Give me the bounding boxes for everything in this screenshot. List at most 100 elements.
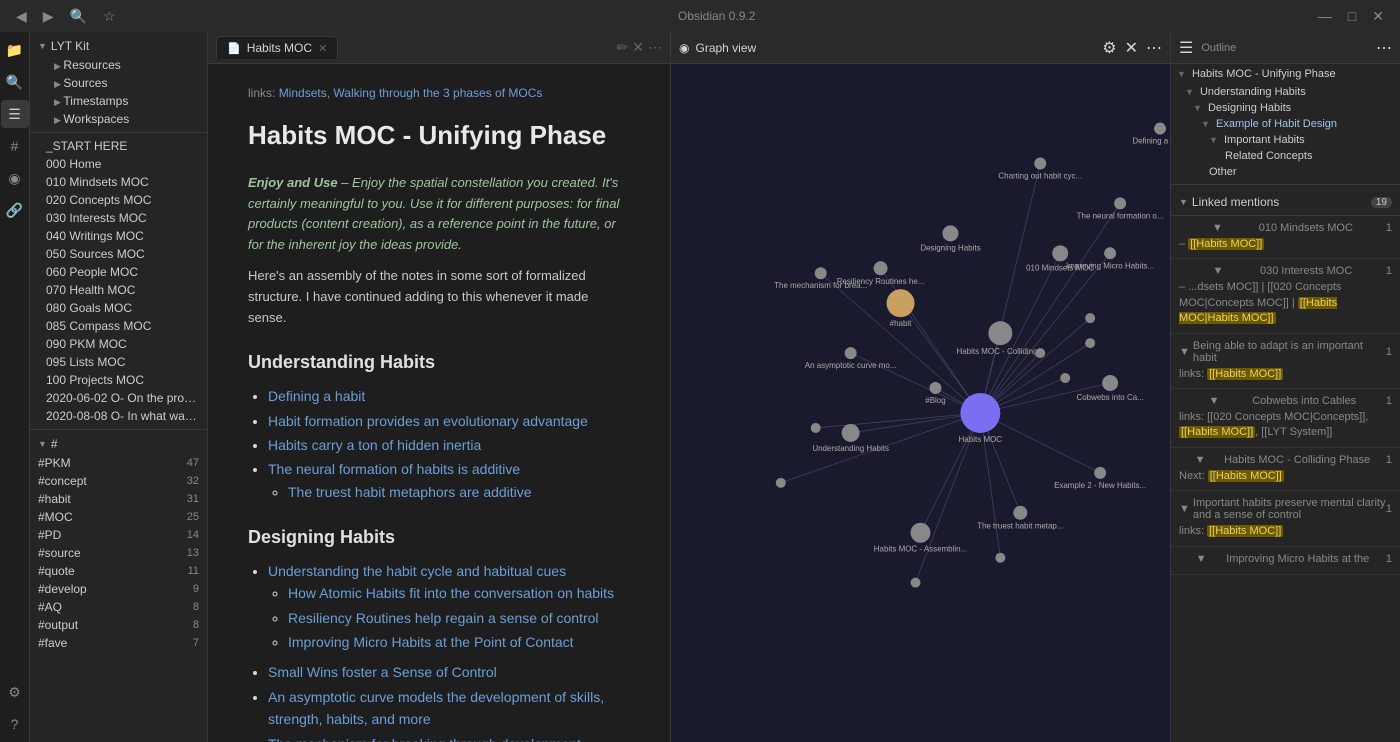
graph-node[interactable] bbox=[1060, 373, 1070, 383]
tag-item[interactable]: #develop9 bbox=[30, 580, 207, 598]
graph-canvas[interactable]: Habits MOC#habitUnderstanding Habits010 … bbox=[671, 64, 1170, 742]
search-button[interactable]: 🔍 bbox=[66, 6, 91, 27]
mention-adapt-link[interactable]: [[Habits MOC]] bbox=[1207, 368, 1283, 380]
graph-node[interactable]: #Blog bbox=[925, 382, 945, 405]
mention-cobwebs-link[interactable]: [[Habits MOC]] bbox=[1179, 426, 1255, 438]
sidebar-item[interactable]: 040 Writings MOC bbox=[30, 227, 207, 245]
tag-item[interactable]: #output8 bbox=[30, 616, 207, 634]
sidebar-item[interactable]: 010 Mindsets MOC bbox=[30, 173, 207, 191]
mention-adapt-header[interactable]: ▼ Being able to adapt is an important ha… bbox=[1179, 340, 1392, 364]
mention-030-link[interactable]: [[Habits MOC|Habits MOC]] bbox=[1179, 297, 1337, 324]
graph-node[interactable] bbox=[995, 553, 1005, 563]
mention-cobwebs-header[interactable]: ▼ Cobwebs into Cables 1 bbox=[1179, 395, 1392, 407]
sidebar-item[interactable]: 090 PKM MOC bbox=[30, 335, 207, 353]
sidebar-item-workspaces[interactable]: ▶ Workspaces bbox=[30, 110, 207, 128]
graph-node[interactable]: Habits MOC - Assemblin... bbox=[874, 523, 967, 554]
tree-root[interactable]: ▼ Habits MOC - Unifying Phase bbox=[1171, 64, 1400, 84]
graph-node[interactable]: Habits MOC - Colliding... bbox=[956, 321, 1044, 356]
sidebar-item[interactable]: 000 Home bbox=[30, 155, 207, 173]
graph-node[interactable] bbox=[1085, 338, 1095, 348]
link-neural-formation[interactable]: The neural formation of habits is additi… bbox=[268, 461, 520, 477]
link-defining-habit[interactable]: Defining a habit bbox=[268, 388, 365, 404]
link-mechanism[interactable]: The mechanism for breaking through devel… bbox=[268, 736, 581, 742]
sidebar-item-timestamps[interactable]: ▶ Timestamps bbox=[30, 92, 207, 110]
link-small-wins[interactable]: Small Wins foster a Sense of Control bbox=[268, 664, 497, 680]
settings-icon[interactable]: ⚙ bbox=[1, 678, 29, 706]
graph-node[interactable]: The neural formation o... bbox=[1077, 197, 1164, 220]
sidebar-item[interactable]: 030 Interests MOC bbox=[30, 209, 207, 227]
mention-important-link[interactable]: [[Habits MOC]] bbox=[1207, 525, 1283, 537]
mention-010-header[interactable]: ▼ 010 Mindsets MOC 1 bbox=[1179, 222, 1392, 234]
link-habits-inertia[interactable]: Habits carry a ton of hidden inertia bbox=[268, 437, 481, 453]
tree-other[interactable]: Other bbox=[1171, 164, 1400, 180]
lyt-kit-header[interactable]: ▼ LYT Kit bbox=[30, 36, 207, 56]
graph-node[interactable]: Habits MOC bbox=[959, 393, 1003, 444]
tab-close-icon[interactable]: ✕ bbox=[632, 39, 644, 56]
mention-colliding-header[interactable]: ▼ Habits MOC - Colliding Phase 1 bbox=[1179, 454, 1392, 466]
tag-item[interactable]: #PKM47 bbox=[30, 454, 207, 472]
search-icon[interactable]: 🔍 bbox=[1, 68, 29, 96]
sidebar-item[interactable]: 095 Lists MOC bbox=[30, 353, 207, 371]
tag-item[interactable]: #AQ8 bbox=[30, 598, 207, 616]
sidebar-item[interactable]: 080 Goals MOC bbox=[30, 299, 207, 317]
sidebar-item[interactable]: 100 Projects MOC bbox=[30, 371, 207, 389]
mention-030-header[interactable]: ▼ 030 Interests MOC 1 bbox=[1179, 265, 1392, 277]
graph-node[interactable]: The truest habit metap... bbox=[977, 506, 1063, 531]
minimize-button[interactable]: — bbox=[1314, 6, 1336, 26]
links-icon[interactable]: 🔗 bbox=[1, 196, 29, 224]
link-atomic-habits[interactable]: How Atomic Habits fit into the conversat… bbox=[288, 585, 614, 601]
tree-important[interactable]: ▼ Important Habits bbox=[1171, 132, 1400, 148]
tag-item[interactable]: #concept32 bbox=[30, 472, 207, 490]
breadcrumb-mindsets[interactable]: Mindsets bbox=[279, 86, 327, 100]
back-button[interactable]: ◀ bbox=[12, 6, 31, 27]
edit-icon[interactable]: ✏ bbox=[617, 39, 629, 56]
files-icon[interactable]: 📁 bbox=[1, 36, 29, 64]
tag-item[interactable]: #source13 bbox=[30, 544, 207, 562]
mention-010-link[interactable]: [[Habits MOC]] bbox=[1188, 238, 1264, 250]
sidebar-item-resources[interactable]: ▶ Resources bbox=[30, 56, 207, 74]
explorer-icon[interactable]: ☰ bbox=[1, 100, 29, 128]
forward-button[interactable]: ▶ bbox=[39, 6, 58, 27]
graph-node[interactable]: Understanding Habits bbox=[812, 424, 889, 453]
graph-node[interactable]: Improving Micro Habits... bbox=[1066, 247, 1154, 270]
graph-node[interactable]: #habit bbox=[887, 289, 915, 328]
graph-node[interactable] bbox=[776, 478, 786, 488]
tab-close-button[interactable]: ✕ bbox=[318, 42, 327, 55]
sidebar-item[interactable]: _START HERE bbox=[30, 137, 207, 155]
tag-item[interactable]: #MOC25 bbox=[30, 508, 207, 526]
right-sidebar-more[interactable]: ☰ bbox=[1179, 38, 1193, 58]
breadcrumb-walking[interactable]: Walking through the 3 phases of MOCs bbox=[333, 86, 542, 100]
sidebar-item[interactable]: 070 Health MOC bbox=[30, 281, 207, 299]
help-icon[interactable]: ? bbox=[1, 710, 29, 738]
graph-node[interactable]: An asymptotic curve mo... bbox=[805, 347, 897, 370]
tag-item[interactable]: #PD14 bbox=[30, 526, 207, 544]
graph-more-icon[interactable]: ⋯ bbox=[1146, 38, 1162, 58]
graph-node[interactable]: Resiliency Routines he... bbox=[837, 261, 925, 286]
close-button[interactable]: ✕ bbox=[1368, 6, 1388, 27]
link-micro-habits[interactable]: Improving Micro Habits at the Point of C… bbox=[288, 634, 574, 650]
sidebar-item[interactable]: 020 Concepts MOC bbox=[30, 191, 207, 209]
mention-micro-header[interactable]: ▼ Improving Micro Habits at the 1 bbox=[1179, 553, 1392, 565]
tab-more-icon[interactable]: ⋯ bbox=[648, 39, 662, 56]
tree-related[interactable]: Related Concepts bbox=[1171, 148, 1400, 164]
sidebar-item[interactable]: 2020-06-02 O- On the proc... bbox=[30, 389, 207, 407]
tags-icon[interactable]: # bbox=[1, 132, 29, 160]
sidebar-item[interactable]: 050 Sources MOC bbox=[30, 245, 207, 263]
graph-close-icon[interactable]: ✕ bbox=[1125, 38, 1138, 58]
hash-section-header[interactable]: ▼ # bbox=[30, 434, 207, 454]
graph-node[interactable] bbox=[1085, 313, 1095, 323]
graph-node[interactable] bbox=[1035, 348, 1045, 358]
mention-important-header[interactable]: ▼ Important habits preserve mental clari… bbox=[1179, 497, 1392, 521]
link-truest-habit[interactable]: The truest habit metaphors are additive bbox=[288, 484, 532, 500]
sidebar-item[interactable]: 085 Compass MOC bbox=[30, 317, 207, 335]
right-sidebar-actions[interactable]: ⋯ bbox=[1376, 38, 1392, 58]
graph-node[interactable]: Designing Habits bbox=[920, 225, 980, 252]
maximize-button[interactable]: □ bbox=[1344, 6, 1360, 26]
bookmark-button[interactable]: ☆ bbox=[99, 6, 120, 27]
link-asymptotic[interactable]: An asymptotic curve models the developme… bbox=[268, 689, 604, 727]
link-habit-cycle[interactable]: Understanding the habit cycle and habitu… bbox=[268, 563, 566, 579]
sidebar-item[interactable]: 2020-08-08 O- In what way... bbox=[30, 407, 207, 425]
linked-mentions-header[interactable]: ▼ Linked mentions 19 bbox=[1171, 189, 1400, 216]
mention-colliding-link[interactable]: [[Habits MOC]] bbox=[1208, 470, 1284, 482]
habits-moc-tab[interactable]: 📄 Habits MOC ✕ bbox=[216, 36, 338, 59]
